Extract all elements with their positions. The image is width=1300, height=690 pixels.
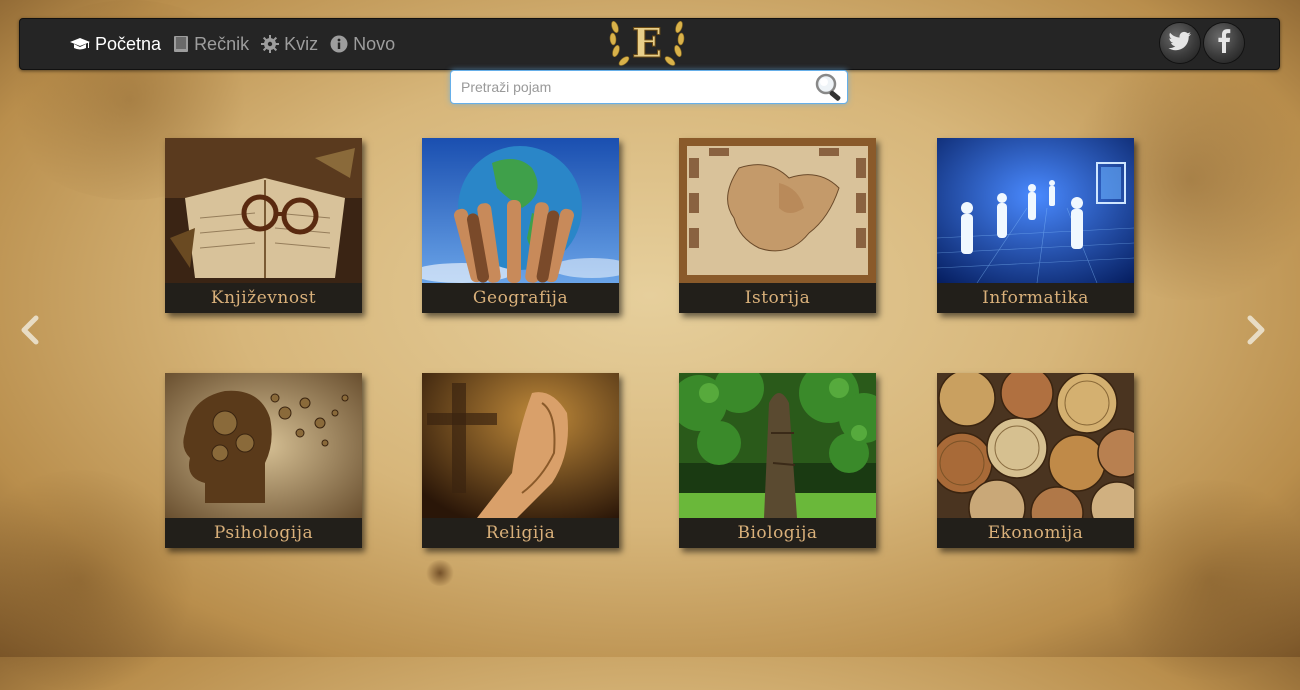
tile-caption: Književnost	[165, 283, 362, 313]
nav-item-label: Početna	[95, 33, 162, 54]
nav-item-novo[interactable]: Novo	[330, 34, 395, 55]
tile-caption: Religija	[422, 518, 619, 548]
nav-item-pocetna[interactable]: Početna	[70, 34, 161, 55]
category-tile-geografija[interactable]: Geografija	[422, 138, 619, 313]
tile-caption: Informatika	[937, 283, 1134, 313]
tile-image-digital-people	[937, 138, 1134, 283]
nav-item-label: Rečnik	[194, 33, 250, 54]
carousel-prev-arrow-icon[interactable]	[18, 315, 42, 345]
category-tile-religija[interactable]: Religija	[422, 373, 619, 548]
tile-caption: Istorija	[679, 283, 876, 313]
gear-icon	[261, 35, 280, 53]
tile-image-books-glasses	[165, 138, 362, 283]
search-icon[interactable]	[813, 72, 845, 102]
logo-letter: E	[632, 20, 663, 67]
category-tile-knjizevnost[interactable]: Književnost	[165, 138, 362, 313]
tile-image-forest-tree	[679, 373, 876, 518]
category-tile-informatika[interactable]: Informatika	[937, 138, 1134, 313]
tile-caption: Biologija	[679, 518, 876, 548]
category-tile-biologija[interactable]: Biologija	[679, 373, 876, 548]
tile-caption: Geografija	[422, 283, 619, 313]
tile-caption: Ekonomija	[937, 518, 1134, 548]
navbar: Početna Rečnik Kviz Novo E	[19, 18, 1280, 70]
tile-image-old-map	[679, 138, 876, 283]
facebook-button[interactable]	[1204, 23, 1244, 63]
book-icon	[173, 35, 189, 53]
facebook-icon	[1217, 28, 1231, 58]
twitter-button[interactable]	[1160, 23, 1200, 63]
tile-caption: Psihologija	[165, 518, 362, 548]
nav-item-label: Novo	[353, 33, 396, 54]
graduation-cap-icon	[70, 36, 90, 52]
carousel-next-arrow-icon[interactable]	[1244, 315, 1268, 345]
tile-image-globe-hands	[422, 138, 619, 283]
search-input[interactable]	[457, 71, 815, 103]
search-box	[450, 70, 848, 104]
tile-image-coins	[937, 373, 1134, 518]
nav-item-recnik[interactable]: Rečnik	[173, 34, 249, 55]
nav-item-kviz[interactable]: Kviz	[261, 34, 318, 55]
tile-image-praying-hands	[422, 373, 619, 518]
category-tile-ekonomija[interactable]: Ekonomija	[937, 373, 1134, 548]
site-logo[interactable]: E	[605, 13, 689, 75]
nav-menu: Početna Rečnik Kviz Novo	[70, 19, 395, 69]
nav-item-label: Kviz	[284, 33, 319, 54]
twitter-icon	[1168, 31, 1192, 56]
category-tile-istorija[interactable]: Istorija	[679, 138, 876, 313]
category-tile-psihologija[interactable]: Psihologija	[165, 373, 362, 548]
info-icon	[330, 35, 348, 53]
tile-image-gear-head	[165, 373, 362, 518]
